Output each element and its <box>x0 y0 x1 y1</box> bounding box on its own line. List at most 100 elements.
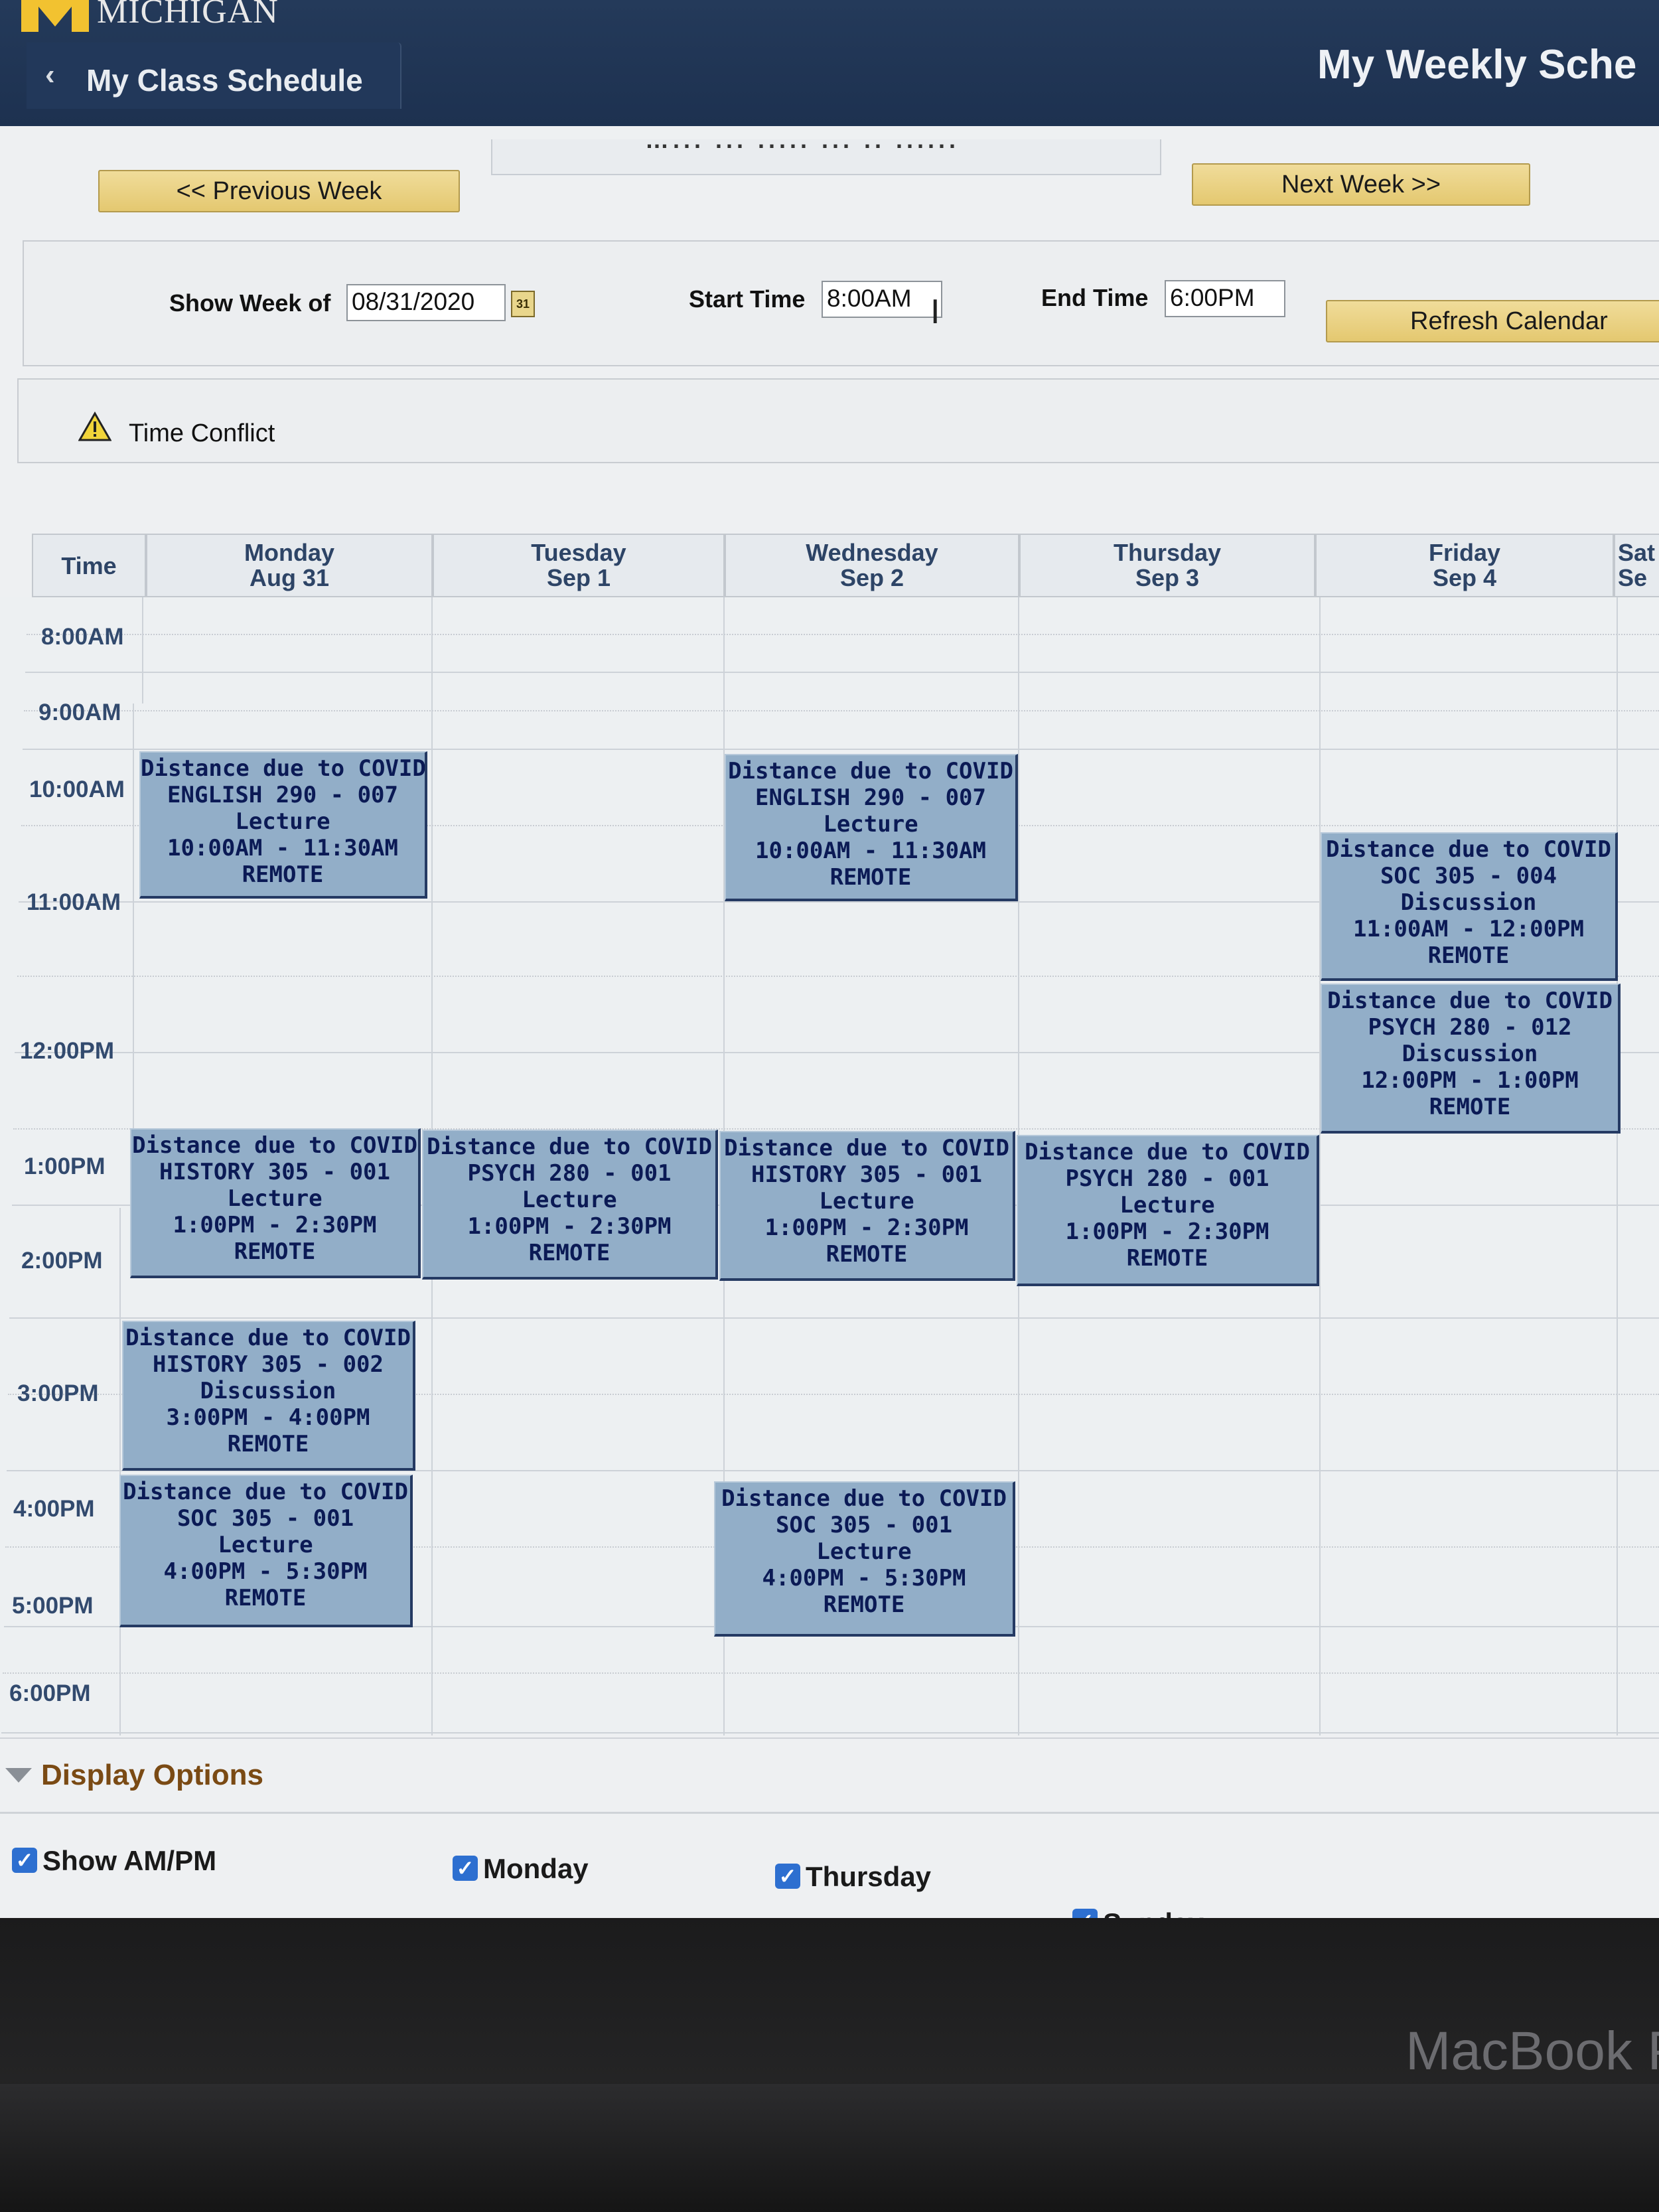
event-line: Distance due to COVID <box>132 1132 417 1159</box>
device-label: MacBook P <box>1406 2021 1659 2081</box>
event-line: Distance due to COVID <box>427 1134 712 1160</box>
grid-column-line <box>1617 597 1618 1735</box>
event-line: 3:00PM - 4:00PM <box>166 1404 370 1431</box>
display-options-title[interactable]: Display Options <box>41 1759 263 1792</box>
laptop-base <box>0 2084 1659 2212</box>
event-line: Lecture <box>1119 1192 1215 1218</box>
event-line: 1:00PM - 2:30PM <box>1065 1218 1269 1245</box>
event-line: REMOTE <box>224 1585 307 1611</box>
divider <box>0 1737 1659 1739</box>
day-name: Tuesday <box>531 539 626 566</box>
class-event-english-290-monday[interactable]: Distance due to COVID ENGLISH 290 - 007 … <box>139 751 427 899</box>
event-line: 11:00AM - 12:00PM <box>1353 916 1584 942</box>
monday-label: Monday <box>483 1853 589 1884</box>
event-line: REMOTE <box>234 1238 316 1265</box>
event-line: REMOTE <box>1427 942 1510 969</box>
event-line: Distance due to COVID <box>1326 836 1611 863</box>
event-line: 1:00PM - 2:30PM <box>173 1212 377 1238</box>
grid-line <box>9 1317 1659 1319</box>
event-line: Lecture <box>235 808 330 835</box>
event-line: REMOTE <box>826 1241 908 1268</box>
event-line: SOC 305 - 001 <box>775 1512 953 1538</box>
collapse-triangle-icon[interactable] <box>5 1768 32 1783</box>
grid-line <box>1 1732 1659 1733</box>
sunday-checkbox[interactable]: ✓ <box>1072 1909 1098 1918</box>
event-line: Lecture <box>227 1185 323 1212</box>
grid-line <box>24 710 1659 711</box>
time-label: 8:00AM <box>41 624 124 650</box>
event-line: Discussion <box>1400 889 1537 916</box>
time-label: 4:00PM <box>13 1496 95 1522</box>
class-event-psych-280-001-tuesday[interactable]: Distance due to COVID PSYCH 280 - 001 Le… <box>422 1130 718 1280</box>
time-label: 3:00PM <box>17 1380 99 1406</box>
event-line: 4:00PM - 5:30PM <box>163 1558 368 1585</box>
day-date: Sep 4 <box>1432 564 1497 591</box>
time-label: 12:00PM <box>20 1038 115 1064</box>
event-line: Distance due to COVID <box>1025 1139 1310 1165</box>
show-ampm-label: Show AM/PM <box>42 1845 217 1876</box>
thursday-label: Thursday <box>806 1861 932 1892</box>
event-line: Discussion <box>1402 1041 1538 1067</box>
event-line: 10:00AM - 11:30AM <box>755 838 986 864</box>
divider <box>0 1812 1659 1814</box>
class-event-history-305-001-monday[interactable]: Distance due to COVID HISTORY 305 - 001 … <box>130 1128 421 1278</box>
day-name: Friday <box>1428 539 1501 566</box>
monday-checkbox[interactable]: ✓ <box>453 1856 478 1881</box>
class-event-history-305-001-wednesday[interactable]: Distance due to COVID HISTORY 305 - 001 … <box>719 1131 1015 1281</box>
time-label: 11:00AM <box>27 889 121 915</box>
event-line: HISTORY 305 - 002 <box>153 1351 384 1378</box>
class-event-psych-280-012-friday[interactable]: Distance due to COVID PSYCH 280 - 012 Di… <box>1321 984 1621 1134</box>
event-line: 1:00PM - 2:30PM <box>467 1213 672 1240</box>
event-line: HISTORY 305 - 001 <box>751 1161 982 1188</box>
grid-column-line <box>1319 597 1321 1735</box>
class-event-soc-305-001-monday[interactable]: Distance due to COVID SOC 305 - 001 Lect… <box>119 1475 413 1627</box>
grid-line <box>27 634 1659 635</box>
browser-screen: MICHIGAN ‹ My Class Schedule My Weekly S… <box>0 0 1659 1918</box>
class-event-psych-280-001-thursday[interactable]: Distance due to COVID PSYCH 280 - 001 Le… <box>1017 1135 1319 1286</box>
class-event-soc-305-001-wednesday[interactable]: Distance due to COVID SOC 305 - 001 Lect… <box>714 1481 1015 1637</box>
day-header-tuesday: Tuesday Sep 1 <box>433 534 725 597</box>
event-line: REMOTE <box>823 1591 905 1618</box>
grid-column-line <box>142 597 143 703</box>
event-line: REMOTE <box>242 861 324 888</box>
thursday-checkbox[interactable]: ✓ <box>775 1864 800 1889</box>
event-line: REMOTE <box>1429 1094 1511 1120</box>
class-event-history-305-002-monday[interactable]: Distance due to COVID HISTORY 305 - 002 … <box>122 1321 415 1471</box>
day-header-wednesday: Wednesday Sep 2 <box>725 534 1019 597</box>
event-line: Lecture <box>819 1188 914 1215</box>
event-line: REMOTE <box>830 864 912 891</box>
day-header-thursday: Thursday Sep 3 <box>1019 534 1315 597</box>
time-column-header: Time <box>32 534 146 597</box>
time-label: 1:00PM <box>24 1153 106 1179</box>
event-line: Distance due to COVID <box>721 1485 1007 1512</box>
class-event-english-290-wednesday[interactable]: Distance due to COVID ENGLISH 290 - 007 … <box>725 754 1018 901</box>
event-line: Distance due to COVID <box>125 1325 411 1351</box>
day-date: Sep 2 <box>839 564 904 591</box>
event-line: Lecture <box>522 1187 617 1213</box>
grid-column-line <box>119 1208 121 1735</box>
show-ampm-checkbox[interactable]: ✓ <box>12 1848 37 1873</box>
event-line: SOC 305 - 001 <box>177 1505 354 1532</box>
event-line: Discussion <box>200 1378 336 1404</box>
day-name: Sat <box>1618 539 1656 566</box>
time-label: 10:00AM <box>29 776 125 802</box>
event-line: PSYCH 280 - 001 <box>1065 1165 1269 1192</box>
event-line: 12:00PM - 1:00PM <box>1361 1067 1579 1094</box>
day-date: Sep 3 <box>1135 564 1200 591</box>
time-label: 2:00PM <box>21 1248 103 1274</box>
event-line: PSYCH 280 - 012 <box>1368 1014 1572 1041</box>
day-header-friday: Friday Sep 4 <box>1315 534 1614 597</box>
time-label: 5:00PM <box>12 1593 94 1619</box>
day-name: Thursday <box>1113 539 1222 566</box>
grid-line <box>3 1672 1659 1674</box>
day-date: Sep 1 <box>546 564 611 591</box>
event-line: Lecture <box>218 1532 313 1558</box>
event-line: ENGLISH 290 - 007 <box>167 782 398 808</box>
day-name: Monday <box>244 539 334 566</box>
event-line: Distance due to COVID <box>728 758 1013 784</box>
event-line: 1:00PM - 2:30PM <box>764 1215 969 1241</box>
event-line: Distance due to COVID <box>724 1135 1009 1161</box>
event-line: Lecture <box>823 811 918 838</box>
time-label: 6:00PM <box>9 1680 91 1706</box>
class-event-soc-305-004-friday[interactable]: Distance due to COVID SOC 305 - 004 Disc… <box>1321 832 1618 981</box>
